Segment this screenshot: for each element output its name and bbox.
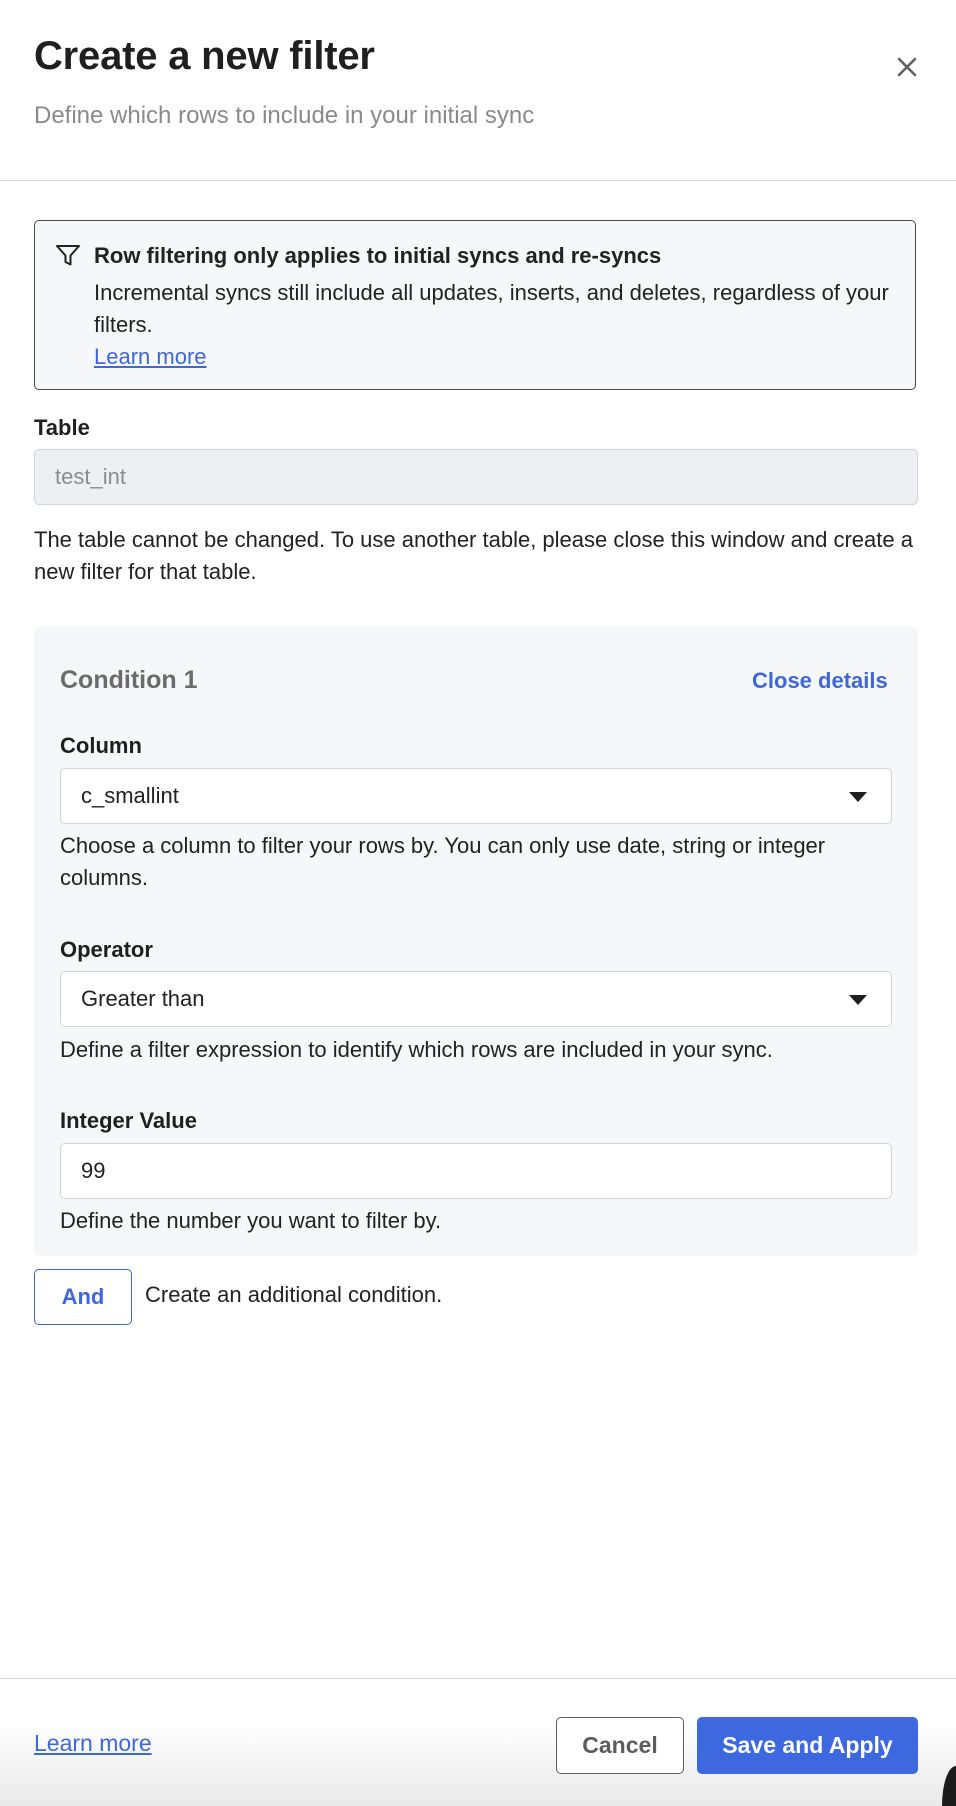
integer-value-help-text: Define the number you want to filter by.	[60, 1208, 442, 1233]
info-notice: Row filtering only applies to initial sy…	[34, 220, 916, 390]
and-help-text: Create an additional condition.	[145, 1282, 443, 1307]
column-label: Column	[60, 733, 142, 758]
condition-title: Condition 1	[60, 666, 198, 694]
footer-learn-more-link[interactable]: Learn more	[34, 1730, 152, 1757]
notice-body: Incremental syncs still include all upda…	[94, 280, 889, 337]
close-button[interactable]	[890, 50, 924, 84]
close-details-link[interactable]: Close details	[752, 668, 888, 694]
column-select[interactable]: c_smallint	[60, 768, 892, 824]
operator-label: Operator	[60, 937, 153, 962]
and-button[interactable]: And	[34, 1269, 132, 1325]
cancel-button[interactable]: Cancel	[556, 1717, 684, 1774]
integer-value-input[interactable]: 99	[60, 1143, 892, 1199]
notice-title: Row filtering only applies to initial sy…	[94, 243, 662, 268]
integer-value-input-value: 99	[81, 1158, 106, 1183]
operator-select-value: Greater than	[81, 986, 205, 1011]
chevron-down-icon	[849, 995, 867, 1005]
dialog-title: Create a new filter	[34, 34, 375, 78]
integer-value-label: Integer Value	[60, 1108, 197, 1133]
notice-learn-more-link[interactable]: Learn more	[94, 341, 207, 373]
table-label: Table	[34, 415, 90, 440]
chevron-down-icon	[849, 792, 867, 802]
column-select-value: c_smallint	[81, 783, 179, 808]
table-field-value: test_int	[55, 464, 126, 489]
operator-help-text: Define a filter expression to identify w…	[60, 1037, 773, 1062]
column-help-text: Choose a column to filter your rows by. …	[60, 833, 826, 890]
operator-select[interactable]: Greater than	[60, 971, 892, 1027]
table-help-text: The table cannot be changed. To use anot…	[34, 527, 913, 584]
save-and-apply-button[interactable]: Save and Apply	[697, 1717, 918, 1774]
table-field: test_int	[34, 449, 918, 505]
filter-icon	[56, 245, 80, 266]
header-divider	[0, 180, 956, 181]
dialog-subtitle: Define which rows to include in your ini…	[34, 102, 535, 129]
close-icon	[897, 57, 917, 77]
